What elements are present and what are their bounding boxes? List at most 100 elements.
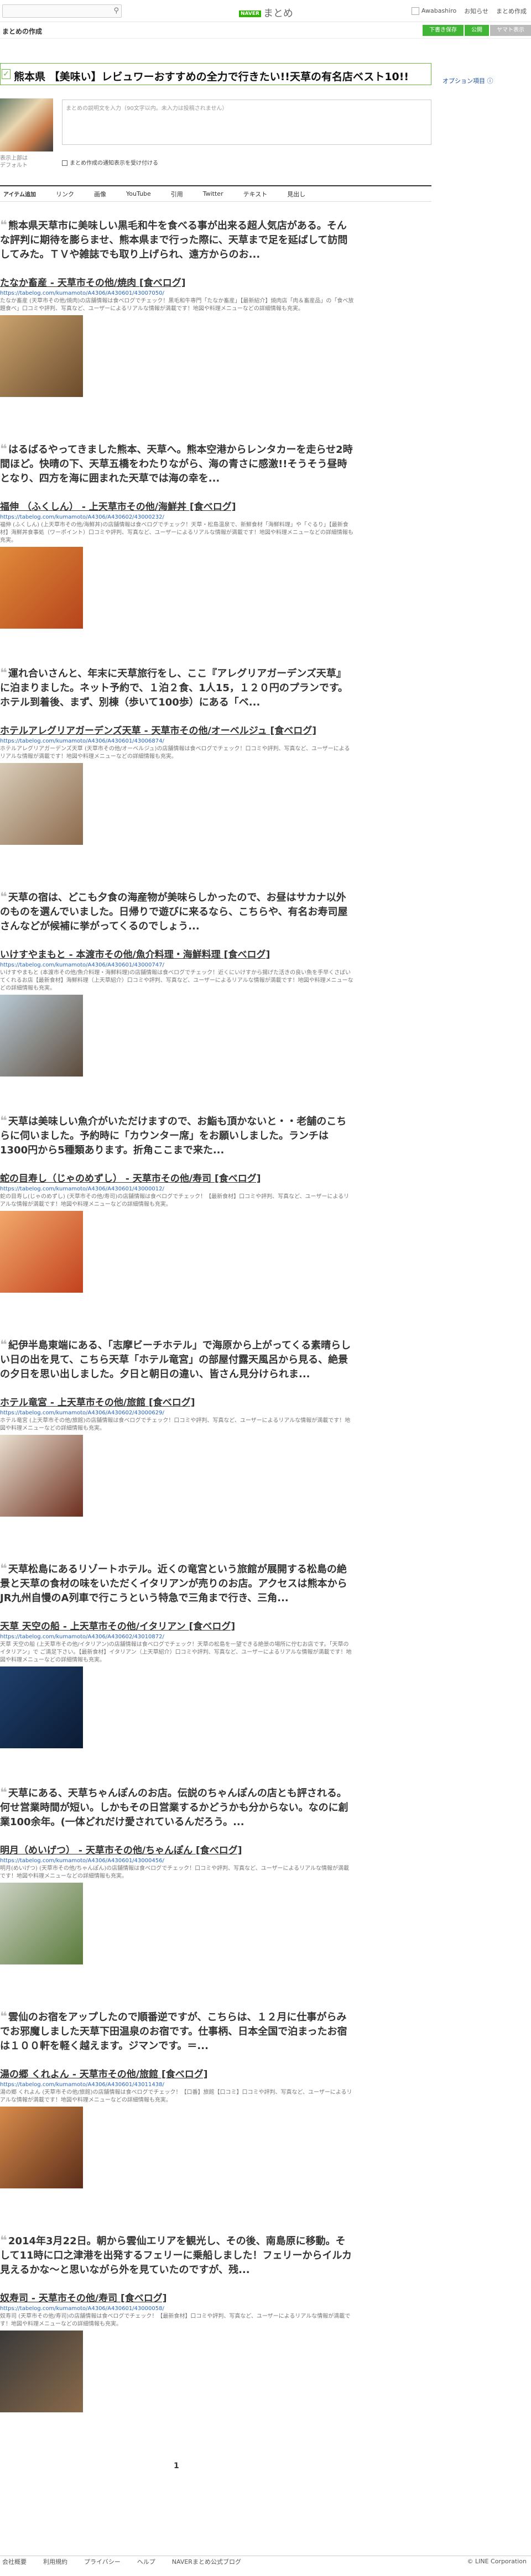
notices-link[interactable]: お知らせ (464, 7, 488, 15)
item-link-title[interactable]: ホテルアレグリアガーデンズ天草 - 天草市その他/オーベルジュ [食べログ] (0, 724, 354, 738)
item-description: 天草 天空の船 (上天草市その他/イタリアン)の店舗情報は食べログでチェック！天… (0, 1642, 352, 1663)
search-icon[interactable]: ⚲ (113, 7, 119, 15)
footer-link[interactable]: NAVERまとめ公式ブログ (172, 2557, 241, 2566)
item-photo[interactable] (0, 2107, 83, 2188)
footer-link[interactable]: 会社概要 (2, 2557, 27, 2566)
matome-title-field[interactable]: ✓ 熊本県 【美味い】レビュワーおすすめの全力で行きたい!!天草の有名店ベスト1… (0, 63, 431, 85)
add-twitter-button[interactable]: Twitter (203, 190, 223, 197)
item-link-title[interactable]: たなか畜産 - 天草市その他/焼肉 [食べログ] (0, 276, 354, 290)
item-url[interactable]: https://tabelog.com/kumamoto/A4306/A4306… (0, 1857, 354, 1865)
add-quote-button[interactable]: 引用 (171, 190, 183, 198)
item-url[interactable]: https://tabelog.com/kumamoto/A4306/A4306… (0, 2305, 354, 2313)
item-description: たなか畜産 (天草市その他/焼肉)の店舗情報は食べログでチェック！黒毛和牛専門「… (0, 298, 354, 312)
item-quote-text: 雲仙のお宿をアップしたので順番逆ですが、こちらは、１２月に仕事がらみでお邪魔しま… (0, 2011, 347, 2052)
item-url[interactable]: https://tabelog.com/kumamoto/A4306/A4306… (0, 738, 354, 745)
list-item: ❝ 熊本県天草市に美味しい黒毛和牛を食べる事が出来る超人気店がある。そんな評判に期… (0, 218, 354, 397)
item-photo[interactable] (0, 1883, 83, 1964)
item-description: 奴寿司 (天草市その他/寿司)の店舗情報は食べログでチェック！【最新食材】口コミ… (0, 2313, 351, 2327)
item-photo[interactable] (0, 315, 83, 397)
item-quote-text: 天草にある、天草ちゃんぽんのお店。伝説のちゃんぽんの店とも評される。何せ営業時間… (0, 1788, 348, 1828)
item-link-title[interactable]: 奴寿司 - 天草市その他/寿司 [食べログ] (0, 2292, 354, 2305)
item-quote: ❝ 運れ合いさんと、年末に天草旅行をし、ここ『アレグリアガーデンズ天草』に泊まりま… (0, 666, 354, 710)
quote-icon: ❝ (0, 442, 7, 456)
item-link-title[interactable]: 天草 天空の船 - 上天草市その他/イタリアン [食べログ] (0, 1620, 354, 1633)
list-item: ❝ 天草松島にあるリゾートホテル。近くの竜宮という旅館が展開する松島の絶景と天草の… (0, 1562, 354, 1748)
item-link-title[interactable]: いけすやまもと - 本渡市その他/魚介料理・海鮮料理 [食べログ] (0, 948, 354, 962)
pagination-current[interactable]: 1 (174, 2462, 179, 2470)
item-photo[interactable] (0, 995, 83, 1077)
matome-menu[interactable]: まとめ作成 (496, 7, 527, 15)
editor-buttons: 下書き保存 公開 ヤマト表示 (423, 25, 531, 36)
publish-button[interactable]: 公開 (465, 25, 489, 36)
add-heading-button[interactable]: 見出し (287, 190, 305, 198)
item-description: ホテルアレグリアガーデンズ天草 (天草市その他/オーベルジュ)の店舗情報は食べロ… (0, 746, 350, 760)
user-area: Awabashiro お知らせ まとめ作成 (411, 7, 531, 15)
list-item: ❝ 紀伊半島東端にある、「志摩ビーチホテル」で海原から上がってくる素晴らしい日の出… (0, 1338, 354, 1517)
description-input[interactable]: まとめの説明文を入力（90文字以内。未入力は投稿されません） (62, 100, 431, 145)
item-quote-text: 熊本県天草市に美味しい黒毛和牛を食べる事が出来る超人気店がある。そんな評判に期待… (0, 220, 348, 260)
item-link-title[interactable]: 湯の郷 くれよん - 天草市その他/旅館 [食べログ] (0, 2068, 354, 2081)
save-draft-button[interactable]: 下書き保存 (423, 25, 464, 36)
footer: 会社概要 利用規約 プライバシー ヘルプ NAVERまとめ公式ブログ © LIN… (0, 2556, 531, 2567)
preview-button[interactable]: ヤマト表示 (490, 25, 531, 36)
thumbnail-caption: 表示上部は デフォルト (0, 155, 28, 169)
notify-checkbox[interactable] (62, 160, 67, 166)
user-menu[interactable]: Awabashiro (411, 7, 457, 15)
item-description: 福伸 (ふくしん) (上天草市その他/海鮮丼)の店舗情報は食べログでチェック！天… (0, 522, 353, 544)
matome-title: 熊本県 【美味い】レビュワーおすすめの全力で行きたい!!天草の有名店ベスト10!… (14, 71, 409, 83)
item-photo[interactable] (0, 1435, 83, 1517)
item-link-title[interactable]: 福伸 （ふくしん） - 上天草市その他/海鮮丼 [食べログ] (0, 500, 354, 514)
add-item-label: アイテム追加 (3, 192, 36, 198)
quote-icon: ❝ (0, 1338, 7, 1352)
thumbnail-image[interactable] (0, 98, 53, 151)
list-item: ❝ 運れ合いさんと、年末に天草旅行をし、ここ『アレグリアガーデンズ天草』に泊まりま… (0, 666, 354, 845)
item-url[interactable]: https://tabelog.com/kumamoto/A4306/A4306… (0, 514, 354, 521)
item-photo[interactable] (0, 547, 83, 629)
add-image-button[interactable]: 画像 (94, 190, 106, 198)
quote-icon: ❝ (0, 1114, 7, 1128)
footer-link[interactable]: プライバシー (84, 2557, 121, 2566)
item-photo[interactable] (0, 763, 83, 845)
item-url[interactable]: https://tabelog.com/kumamoto/A4306/A4306… (0, 962, 354, 969)
quote-icon: ❝ (0, 218, 7, 232)
item-url[interactable]: https://tabelog.com/kumamoto/A4306/A4306… (0, 1409, 354, 1417)
add-youtube-button[interactable]: YouTube (126, 190, 151, 197)
footer-link[interactable]: ヘルプ (137, 2557, 155, 2566)
item-link-title[interactable]: 明月（めいげつ） - 天草市その他/ちゃんぽん [食べログ] (0, 1844, 354, 1857)
add-text-button[interactable]: テキスト (243, 190, 268, 198)
item-link-title[interactable]: ホテル竜宮 - 上天草市その他/旅館 [食べログ] (0, 1396, 354, 1409)
quote-icon: ❝ (0, 2234, 7, 2248)
item-quote: ❝ 雲仙のお宿をアップしたので順番逆ですが、こちらは、１２月に仕事がらみでお邪魔し… (0, 2010, 354, 2054)
notify-label: まとめ作成の通知表示を受け付ける (70, 160, 158, 166)
top-bar: ⚲ NAVER まとめ Awabashiro お知らせ まとめ作成 (0, 0, 531, 22)
site-logo[interactable]: NAVER まとめ (239, 6, 293, 20)
logo-text: まとめ (263, 8, 293, 19)
notify-checkbox-row[interactable]: まとめ作成の通知表示を受け付ける (62, 158, 158, 166)
footer-link[interactable]: 利用規約 (43, 2557, 67, 2566)
item-quote: ❝ 天草の宿は、どこも夕食の海産物が美味らしかったので、お昼はサカナ以外のものを選… (0, 890, 354, 934)
quote-icon: ❝ (0, 2010, 7, 2024)
item-url[interactable]: https://tabelog.com/kumamoto/A4306/A4306… (0, 1185, 354, 1193)
quote-icon: ❝ (0, 890, 7, 904)
item-url[interactable]: https://tabelog.com/kumamoto/A4306/A4306… (0, 1633, 354, 1641)
editor-subbar: まとめの作成 下書き保存 公開 ヤマト表示 (0, 22, 531, 39)
item-link-title[interactable]: 蛇の目寿し（じゃのめずし） - 天草市その他/寿司 [食べログ] (0, 1172, 354, 1185)
item-quote-text: 天草松島にあるリゾートホテル。近くの竜宮という旅館が展開する松島の絶景と天草の食… (0, 1564, 347, 1604)
user-name: Awabashiro (421, 7, 457, 14)
item-photo[interactable] (0, 1666, 83, 1748)
item-description: 明月(めいげつ) (天草市その他/ちゃんぽん)の店舗情報は食べログでチェック！口… (0, 1866, 350, 1879)
item-photo[interactable] (0, 2331, 83, 2412)
option-link[interactable]: オプション項目 ⓘ (442, 76, 493, 85)
item-photo[interactable] (0, 1211, 83, 1293)
list-item: ❝ 天草の宿は、どこも夕食の海産物が美味らしかったので、お昼はサカナ以外のものを選… (0, 890, 354, 1077)
item-url[interactable]: https://tabelog.com/kumamoto/A4306/A4306… (0, 2081, 354, 2089)
list-item: ❝ 2014年3月22日。朝から雲仙エリアを観光し、その後、南島原に移動。そして1… (0, 2234, 354, 2412)
quote-icon: ❝ (0, 1562, 7, 1576)
item-url[interactable]: https://tabelog.com/kumamoto/A4306/A4306… (0, 290, 354, 297)
item-quote-text: 紀伊半島東端にある、「志摩ビーチホテル」で海原から上がってくる素晴らしい日の出を… (0, 1340, 351, 1380)
add-link-button[interactable]: リンク (56, 190, 74, 198)
search-input[interactable]: ⚲ (2, 4, 122, 18)
item-quote-text: はるばるやってきました熊本、天草へ。熊本空港からレンタカーを走らせ2時間ほど。快… (0, 444, 353, 484)
thumbnail-caption-line: デフォルト (0, 163, 28, 169)
quote-icon: ❝ (0, 1786, 7, 1800)
